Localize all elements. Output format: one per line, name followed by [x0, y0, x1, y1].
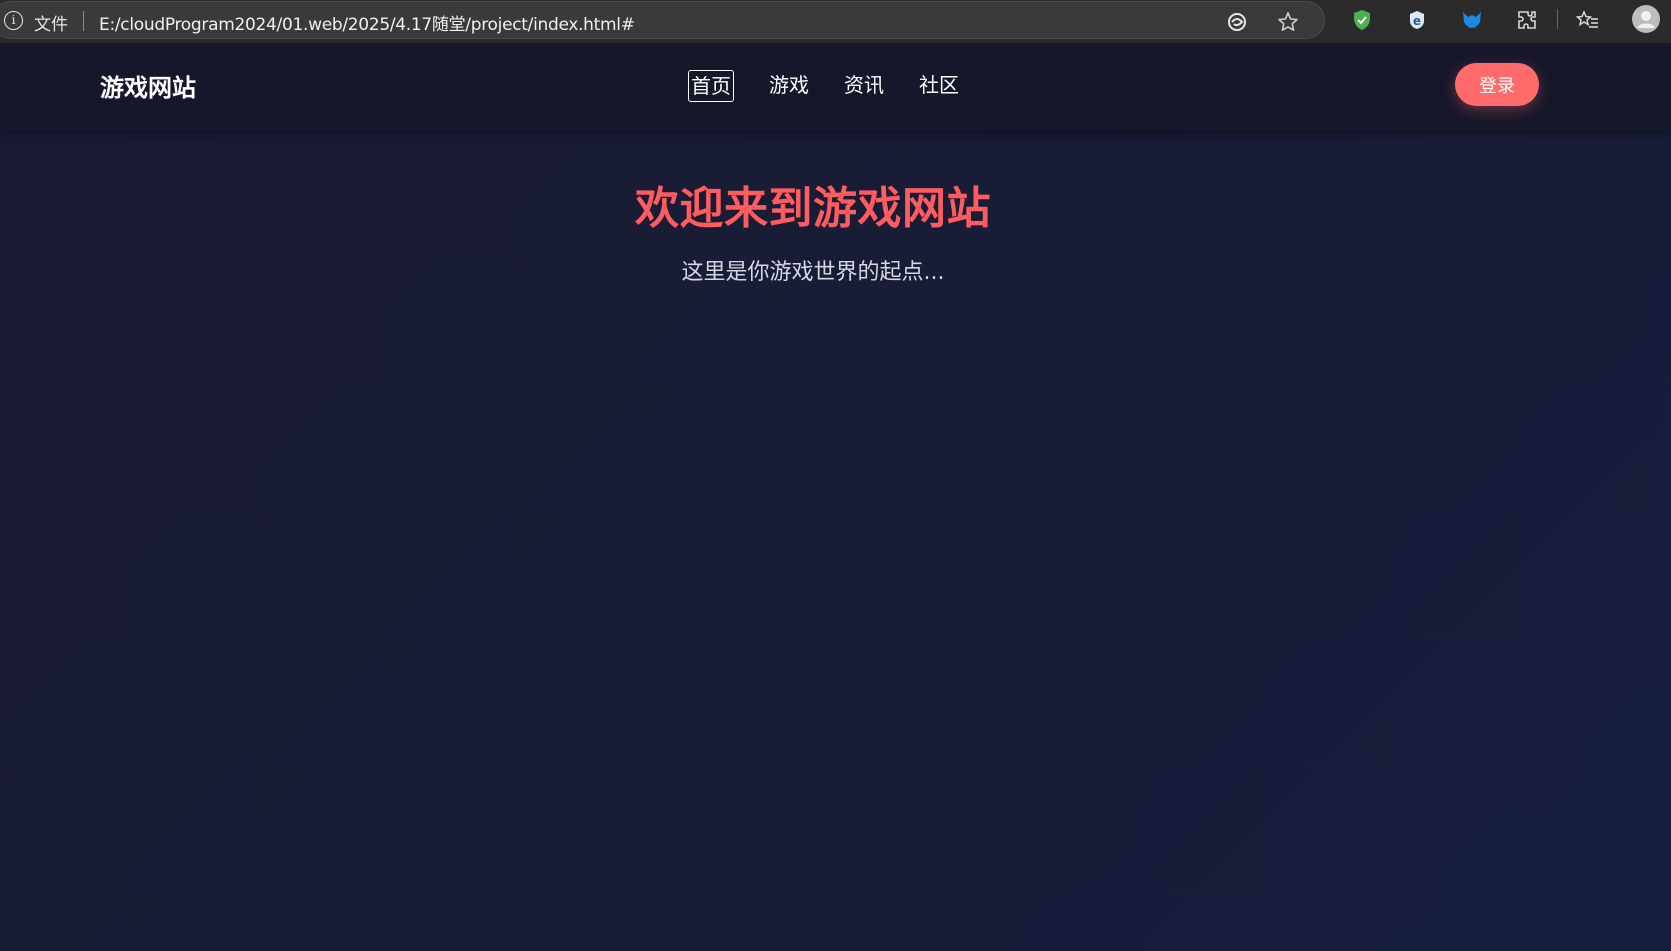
nav-link-news[interactable]: 资讯 — [842, 70, 886, 102]
nav-link-games[interactable]: 游戏 — [767, 70, 811, 102]
favorites-list-icon[interactable] — [1575, 8, 1600, 32]
address-separator — [83, 11, 84, 31]
site-navbar: 游戏网站 首页 游戏 资讯 社区 登录 — [0, 44, 1671, 130]
hero-subtitle: 这里是你游戏世界的起点... — [681, 260, 945, 285]
extensions-puzzle-icon[interactable] — [1515, 8, 1539, 32]
site-logo[interactable]: 游戏网站 — [100, 68, 196, 103]
browser-toolbar: i 文件 E:/cloudProgram2024/01.web/2025/4.1… — [0, 0, 1671, 44]
shield-extension-icon[interactable] — [1350, 8, 1374, 32]
login-button[interactable]: 登录 — [1455, 63, 1539, 106]
address-bar[interactable]: i 文件 E:/cloudProgram2024/01.web/2025/4.1… — [0, 1, 1325, 39]
edge-extension-icon[interactable]: e — [1405, 8, 1429, 32]
nav-link-community[interactable]: 社区 — [917, 70, 961, 102]
favorite-star-icon[interactable] — [1276, 10, 1300, 34]
url-text[interactable]: E:/cloudProgram2024/01.web/2025/4.17随堂/p… — [99, 10, 635, 35]
svg-text:e: e — [1413, 14, 1421, 28]
main-nav: 首页 游戏 资讯 社区 — [688, 70, 992, 102]
file-label: 文件 — [34, 15, 68, 35]
profile-avatar-icon[interactable] — [1632, 5, 1660, 33]
page-viewport: 游戏网站 首页 游戏 资讯 社区 登录 欢迎来到游戏网站 这里是你游戏世界的起点… — [0, 44, 1671, 951]
hero-title: 欢迎来到游戏网站 — [635, 183, 991, 234]
nav-link-home[interactable]: 首页 — [688, 70, 734, 102]
blue-fox-extension-icon[interactable] — [1460, 8, 1484, 32]
info-icon[interactable]: i — [4, 11, 23, 30]
read-aloud-icon[interactable] — [1225, 10, 1249, 34]
toolbar-separator — [1557, 9, 1558, 29]
